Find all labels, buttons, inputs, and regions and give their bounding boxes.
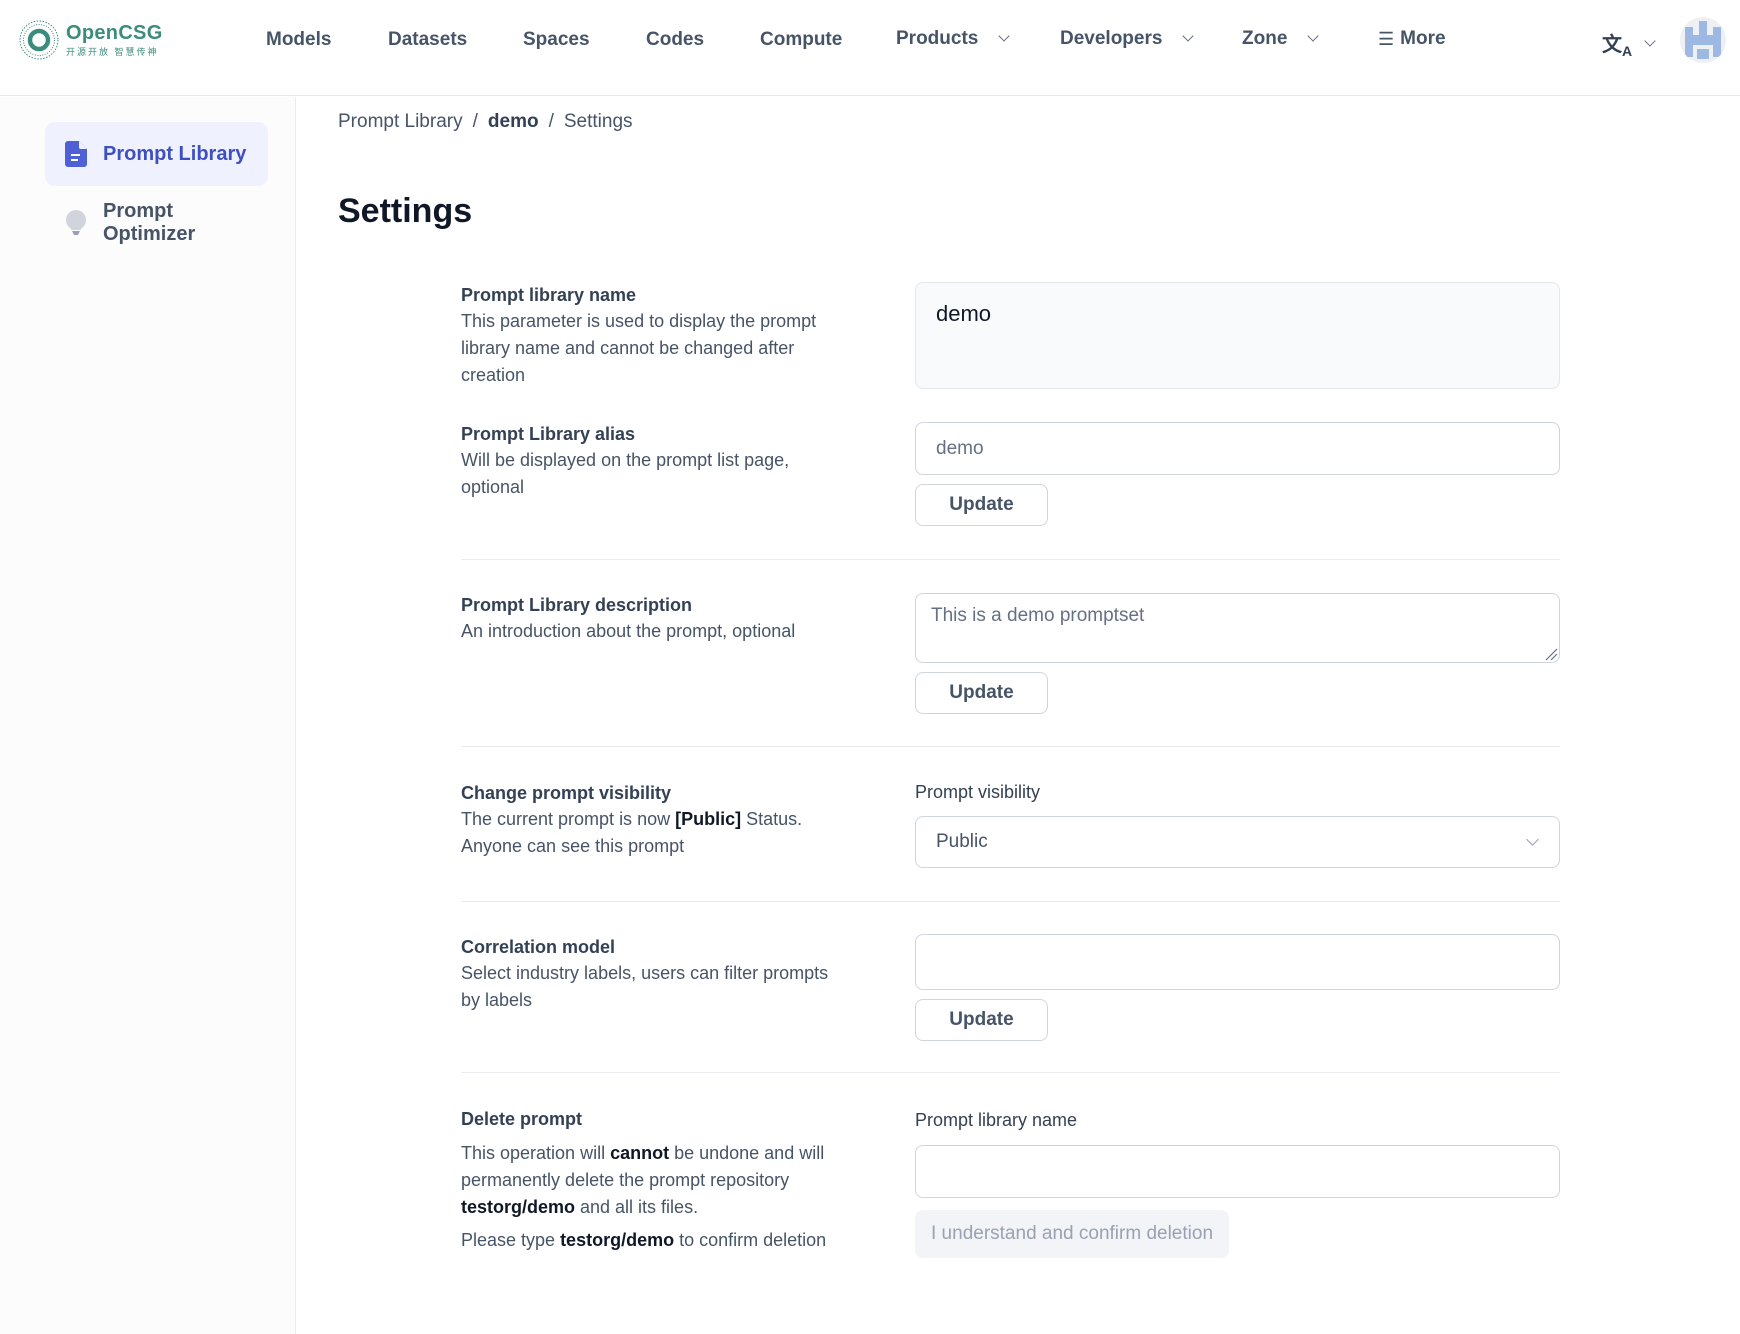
alias-input[interactable] xyxy=(915,422,1560,475)
description-textarea[interactable]: This is a demo promptset xyxy=(915,593,1560,663)
visibility-status: [Public] xyxy=(675,809,742,829)
nav-more[interactable]: ☰ More xyxy=(1378,28,1446,50)
delete-field-label: Prompt library name xyxy=(915,1110,1078,1130)
top-navbar: OpenCSG 开源开放 智慧传神 Models Datasets Spaces… xyxy=(0,0,1740,96)
sidebar-item-label: Prompt Library xyxy=(103,142,247,165)
sidebar-item-prompt-optimizer[interactable]: Prompt Optimizer xyxy=(45,191,268,255)
delete-section-label: Delete prompt This operation will cannot… xyxy=(461,1106,851,1254)
correlation-section-label: Correlation model Select industry labels… xyxy=(461,934,851,1014)
chevron-down-icon xyxy=(998,30,1011,42)
resize-handle-icon[interactable] xyxy=(1544,647,1558,661)
desc-text: The current prompt is now xyxy=(461,809,676,829)
description-update-button[interactable]: Update xyxy=(915,672,1048,714)
nav-label: Datasets xyxy=(388,29,468,50)
section-description: Select industry labels, users can filter… xyxy=(461,963,829,1010)
nav-developers[interactable]: Developers xyxy=(1060,28,1195,50)
nav-datasets[interactable]: Datasets xyxy=(388,29,467,51)
breadcrumb-separator: / xyxy=(472,111,478,132)
nav-compute[interactable]: Compute xyxy=(760,29,842,51)
sidebar: Prompt Library Prompt Optimizer xyxy=(0,97,296,1334)
divider xyxy=(461,901,1560,902)
user-avatar[interactable] xyxy=(1680,17,1726,63)
correlation-model-input[interactable] xyxy=(915,934,1560,990)
breadcrumb: Prompt Library / demo / Settings xyxy=(338,111,633,133)
delete-confirm-input[interactable] xyxy=(915,1145,1560,1198)
desc-text: to confirm deletion xyxy=(674,1230,827,1250)
breadcrumb-demo[interactable]: demo xyxy=(488,111,539,132)
visibility-selected-value: Public xyxy=(936,831,988,852)
nav-models[interactable]: Models xyxy=(266,29,331,51)
section-description: An introduction about the prompt, option… xyxy=(461,621,796,641)
visibility-section-label: Change prompt visibility The current pro… xyxy=(461,780,851,860)
divider xyxy=(461,746,1560,747)
divider xyxy=(461,1072,1560,1073)
section-description: This parameter is used to display the pr… xyxy=(461,311,817,385)
section-title: Delete prompt xyxy=(461,1109,583,1129)
brand-tagline: 开源开放 智慧传神 xyxy=(66,47,159,57)
alias-section-label: Prompt Library alias Will be displayed o… xyxy=(461,421,851,501)
nav-label: Spaces xyxy=(523,29,590,50)
visibility-field-label: Prompt visibility xyxy=(915,782,1041,802)
translate-icon: 文A xyxy=(1602,34,1633,59)
emphasis-text: cannot xyxy=(610,1143,670,1163)
section-title: Prompt Library description xyxy=(461,595,693,615)
divider xyxy=(461,559,1560,560)
nav-label: Models xyxy=(266,29,332,50)
description-section-label: Prompt Library description An introducti… xyxy=(461,592,851,645)
visibility-select[interactable]: Public xyxy=(915,816,1560,868)
chevron-down-icon xyxy=(1526,832,1539,846)
alias-update-button[interactable]: Update xyxy=(915,484,1048,526)
section-title: Correlation model xyxy=(461,937,616,957)
correlation-update-button[interactable]: Update xyxy=(915,999,1048,1041)
desc-text: Anyone can see this prompt xyxy=(461,836,685,856)
section-title: Prompt Library alias xyxy=(461,424,636,444)
section-description: The current prompt is now [Public] Statu… xyxy=(461,806,851,860)
desc-text: This operation will xyxy=(461,1143,611,1163)
delete-confirm-instruction: Please type testorg/demo to confirm dele… xyxy=(461,1227,851,1254)
brand-name: OpenCSG xyxy=(66,22,163,44)
delete-warning: This operation will cannot be undone and… xyxy=(461,1140,851,1221)
document-icon xyxy=(65,141,87,167)
nav-spaces[interactable]: Spaces xyxy=(523,29,590,51)
chevron-down-icon xyxy=(1182,30,1195,42)
nav-label: Compute xyxy=(760,29,843,50)
section-title: Prompt library name xyxy=(461,285,637,305)
nav-label: Developers xyxy=(1060,28,1163,49)
language-switcher[interactable]: 文A xyxy=(1602,28,1656,59)
sidebar-item-prompt-library[interactable]: Prompt Library xyxy=(45,122,268,186)
chevron-down-icon xyxy=(1644,34,1656,47)
nav-label: Zone xyxy=(1242,28,1288,49)
library-name-field: demo xyxy=(915,282,1560,389)
lightbulb-icon xyxy=(65,210,87,236)
sidebar-item-label: Prompt Optimizer xyxy=(103,200,196,245)
repo-name: testorg/demo xyxy=(560,1230,675,1250)
section-description: Will be displayed on the prompt list pag… xyxy=(461,450,790,497)
breadcrumb-prompt-library[interactable]: Prompt Library xyxy=(338,111,463,132)
nav-label: Products xyxy=(896,28,979,49)
desc-text: and all its files. xyxy=(575,1197,699,1217)
desc-text: Status. xyxy=(741,809,803,829)
chevron-down-icon xyxy=(1307,30,1320,42)
desc-text: Please type xyxy=(461,1230,561,1250)
list-icon: ☰ xyxy=(1378,28,1395,49)
logo-icon xyxy=(18,18,60,62)
nav-products[interactable]: Products xyxy=(896,28,1011,50)
confirm-delete-button[interactable]: I understand and confirm deletion xyxy=(915,1210,1230,1258)
avatar-icon xyxy=(1685,21,1721,59)
nav-label: More xyxy=(1400,28,1446,49)
breadcrumb-separator: / xyxy=(548,111,554,132)
repo-name: testorg/demo xyxy=(461,1197,576,1217)
breadcrumb-settings: Settings xyxy=(563,111,633,132)
nav-codes[interactable]: Codes xyxy=(646,29,704,51)
nav-zone[interactable]: Zone xyxy=(1242,28,1320,50)
page-title: Settings xyxy=(338,192,473,230)
section-title: Change prompt visibility xyxy=(461,783,672,803)
nav-label: Codes xyxy=(646,29,705,50)
name-section-label: Prompt library name This parameter is us… xyxy=(461,282,851,389)
opencsg-logo[interactable]: OpenCSG 开源开放 智慧传神 xyxy=(18,18,163,62)
